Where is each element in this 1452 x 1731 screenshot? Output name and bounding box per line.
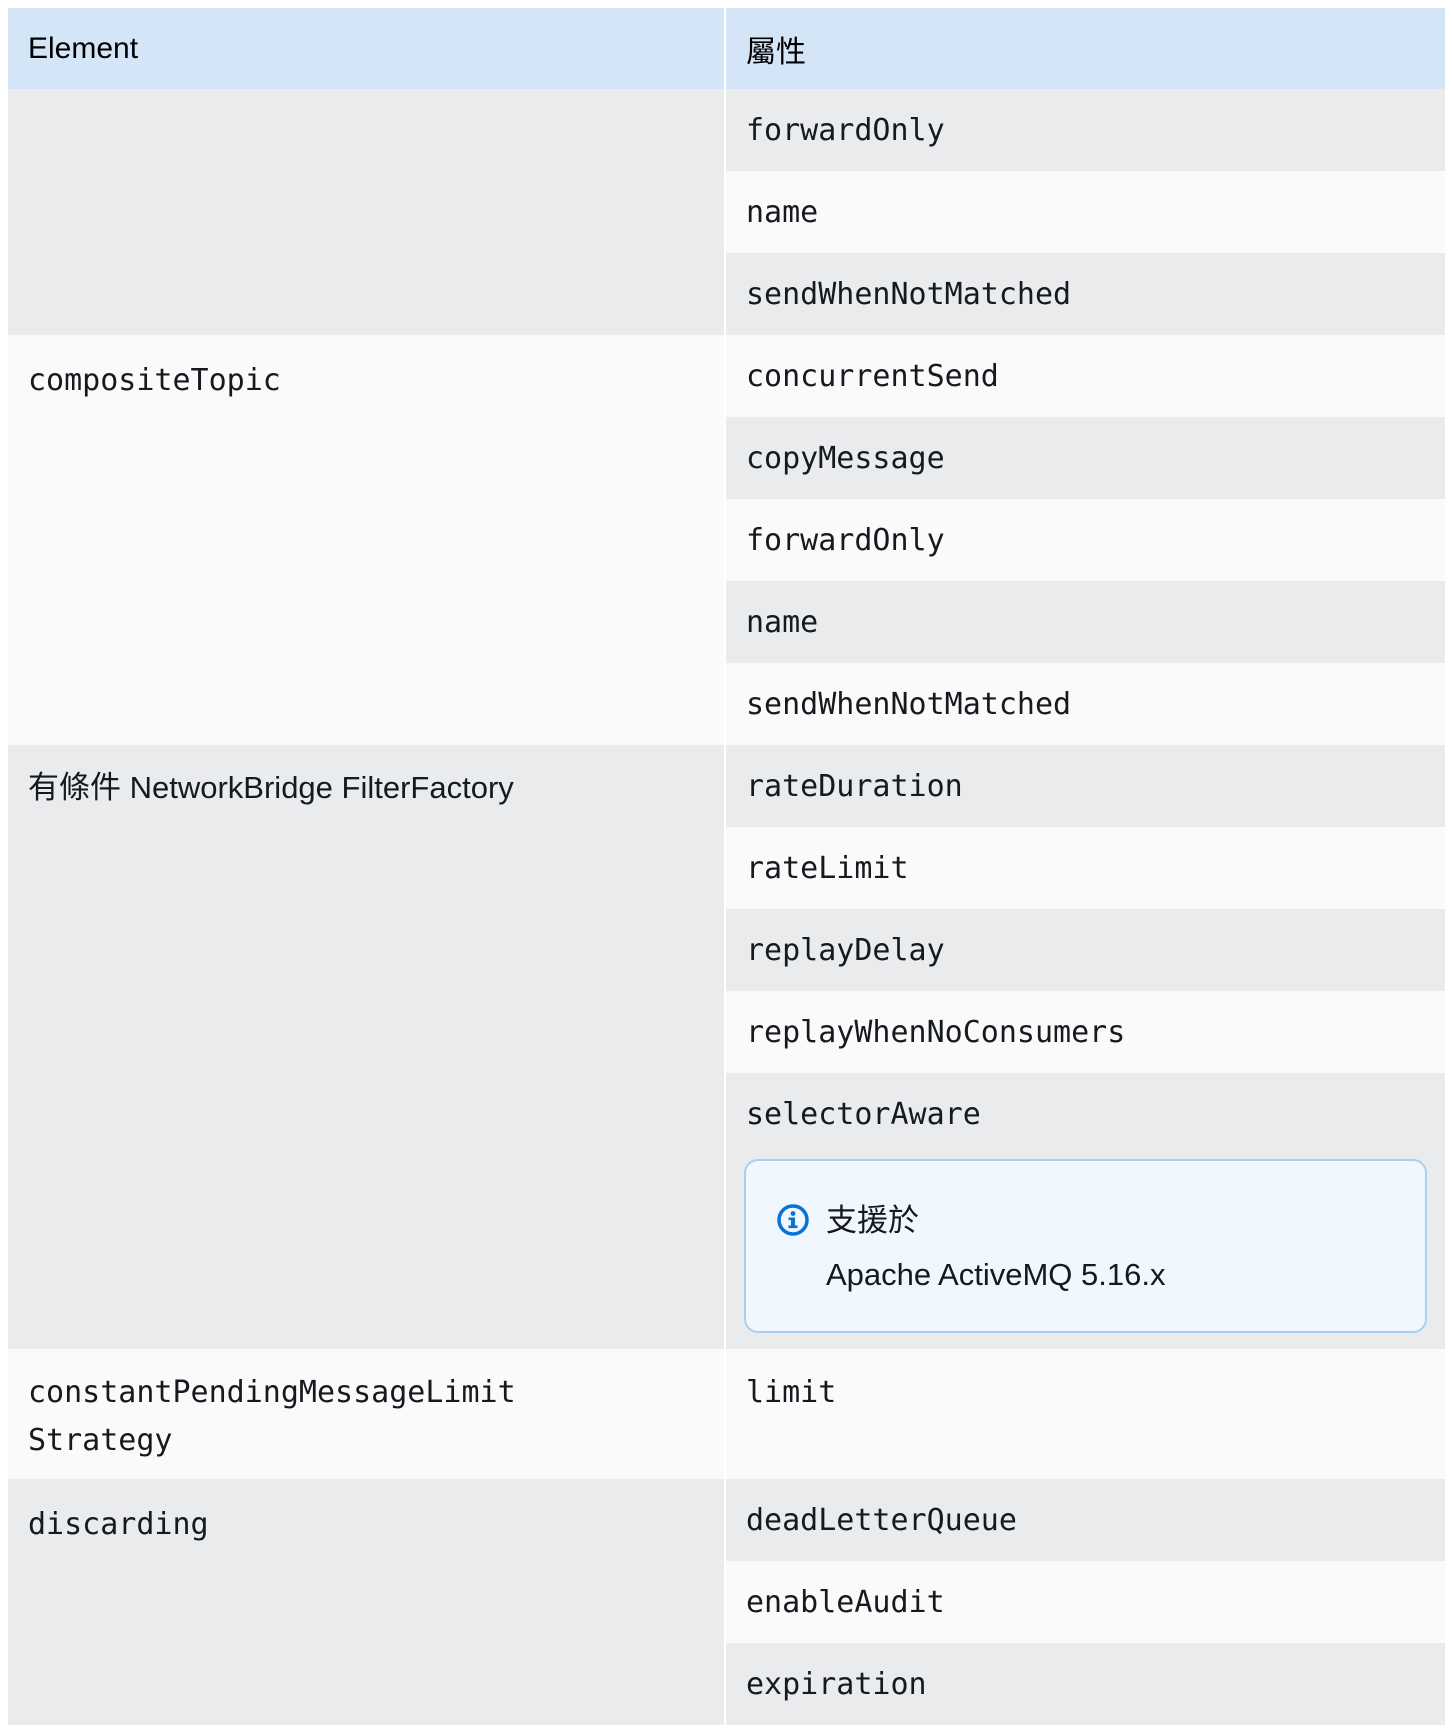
note-body: Apache ActiveMQ 5.16.x: [826, 1257, 1166, 1292]
attribute-item: sendWhenNotMatched: [726, 253, 1445, 335]
element-cell: [8, 89, 726, 335]
attribute-item: rateLimit: [726, 827, 1445, 909]
attribute-item: enableAudit: [726, 1561, 1445, 1643]
attribute-item: forwardOnly: [726, 89, 1445, 171]
table-row: 有條件 NetworkBridge FilterFactory rateDura…: [8, 745, 1445, 1349]
attribute-item: name: [726, 171, 1445, 253]
attribute-cell: concurrentSend copyMessage forwardOnly n…: [726, 335, 1445, 745]
attribute-cell: rateDuration rateLimit replayDelay repla…: [726, 745, 1445, 1349]
attribute-item: expiration: [726, 1643, 1445, 1725]
element-cell: 有條件 NetworkBridge FilterFactory: [8, 745, 726, 1349]
attribute-item: sendWhenNotMatched: [726, 663, 1445, 745]
element-cell: constantPendingMessageLimit Strategy: [8, 1349, 726, 1479]
info-note: 支援於 Apache ActiveMQ 5.16.x: [744, 1159, 1427, 1333]
table-header: Element 屬性: [8, 8, 1445, 89]
attribute-item: concurrentSend: [726, 335, 1445, 417]
attribute-item: selectorAware: [726, 1073, 1445, 1155]
attribute-item: replayDelay: [726, 909, 1445, 991]
attribute-cell: deadLetterQueue enableAudit expiration: [726, 1479, 1445, 1725]
attribute-item: replayWhenNoConsumers: [726, 991, 1445, 1073]
table-row: constantPendingMessageLimit Strategy lim…: [8, 1349, 1445, 1479]
info-note-container: 支援於 Apache ActiveMQ 5.16.x: [726, 1155, 1445, 1349]
element-name-line-1: constantPendingMessageLimit: [28, 1375, 516, 1410]
element-cell: discarding: [8, 1479, 726, 1725]
attribute-item: name: [726, 581, 1445, 663]
table-row: discarding deadLetterQueue enableAudit e…: [8, 1479, 1445, 1725]
element-cell: compositeTopic: [8, 335, 726, 745]
column-header-element: Element: [8, 8, 726, 89]
table-row: compositeTopic concurrentSend copyMessag…: [8, 335, 1445, 745]
attributes-table: Element 屬性 forwardOnly name sendWhenNotM…: [8, 8, 1445, 1725]
info-icon: [777, 1204, 809, 1236]
attribute-cell: forwardOnly name sendWhenNotMatched: [726, 89, 1445, 335]
attribute-item: copyMessage: [726, 417, 1445, 499]
table-row: forwardOnly name sendWhenNotMatched: [8, 89, 1445, 335]
attribute-item: deadLetterQueue: [726, 1479, 1445, 1561]
note-title: 支援於: [826, 1203, 919, 1238]
attribute-item: rateDuration: [726, 745, 1445, 827]
column-header-attribute: 屬性: [746, 35, 806, 69]
element-name-line-2: Strategy: [28, 1423, 173, 1458]
attribute-item: forwardOnly: [726, 499, 1445, 581]
attribute-item: limit: [746, 1375, 837, 1410]
